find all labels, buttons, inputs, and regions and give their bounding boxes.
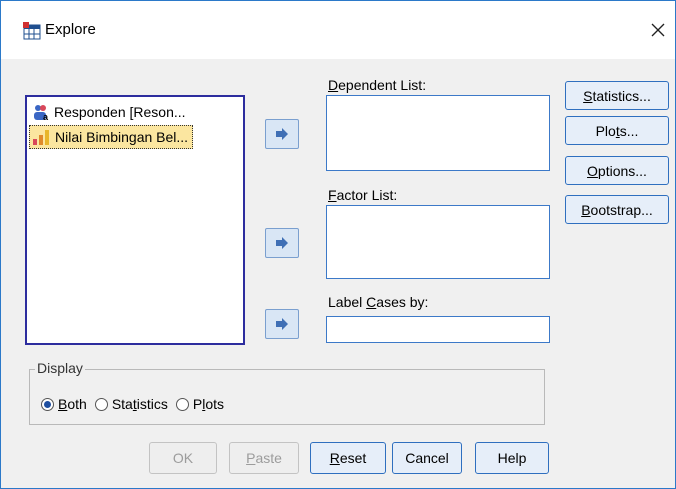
variable-item[interactable]: a Responden [Reson... (29, 101, 190, 123)
title-bar[interactable]: Explore (1, 1, 675, 59)
close-icon (651, 23, 665, 37)
radio-button[interactable] (94, 397, 108, 411)
display-group-label: Display (35, 360, 85, 376)
ok-button[interactable]: OK (149, 442, 217, 474)
paste-button[interactable]: Paste (229, 442, 299, 474)
help-button[interactable]: Help (475, 442, 549, 474)
arrow-right-icon (276, 318, 288, 330)
radio-label: Statistics (111, 396, 168, 412)
radio-label: Both (58, 396, 87, 412)
arrow-right-icon (276, 128, 288, 140)
factor-list-box[interactable] (326, 205, 550, 279)
window-title: Explore (45, 21, 96, 38)
move-to-label-cases-button[interactable] (265, 309, 299, 339)
radio-button-checked[interactable] (41, 397, 54, 411)
svg-text:a: a (43, 112, 49, 121)
display-options: Both Statistics Plots (41, 396, 232, 412)
cancel-button[interactable]: Cancel (392, 442, 462, 474)
scale-variable-icon (33, 130, 49, 145)
statistics-button[interactable]: Statistics... (565, 81, 669, 110)
plots-button[interactable]: Plo t s... (565, 116, 669, 145)
factor-list-label: Factor List: (328, 187, 398, 203)
radio-label: Plots (192, 396, 224, 412)
move-to-dependent-button[interactable] (265, 119, 299, 149)
explore-app-icon (23, 22, 41, 40)
dialog-body: a Responden [Reson... Nilai Bimbingan Be… (1, 59, 675, 488)
dependent-list-label: Dependent List: (328, 77, 427, 93)
explore-dialog: Explore a Responden [Reson... Nilai Bimb… (0, 0, 676, 489)
move-to-factor-button[interactable] (265, 228, 299, 258)
radio-statistics[interactable]: Statistics (94, 396, 168, 412)
radio-both[interactable]: Both (41, 396, 87, 412)
variable-item-selected[interactable]: Nilai Bimbingan Bel... (29, 125, 194, 149)
radio-plots[interactable]: Plots (175, 396, 224, 412)
close-button[interactable] (641, 13, 675, 47)
bootstrap-button[interactable]: Bootstrap... (565, 195, 669, 224)
source-variable-list[interactable]: a Responden [Reson... Nilai Bimbingan Be… (25, 95, 245, 345)
options-button[interactable]: Options... (565, 156, 669, 185)
reset-button[interactable]: Reset (310, 442, 386, 474)
variable-label: Responden [Reson... (54, 104, 186, 120)
dependent-list-box[interactable] (326, 95, 550, 171)
arrow-right-icon (276, 237, 288, 249)
radio-button[interactable] (175, 397, 189, 411)
variable-label: Nilai Bimbingan Bel... (55, 129, 189, 145)
label-cases-label: Label Cases by: (328, 294, 429, 310)
nominal-string-variable-icon: a (34, 105, 49, 121)
label-cases-field[interactable] (326, 316, 550, 343)
